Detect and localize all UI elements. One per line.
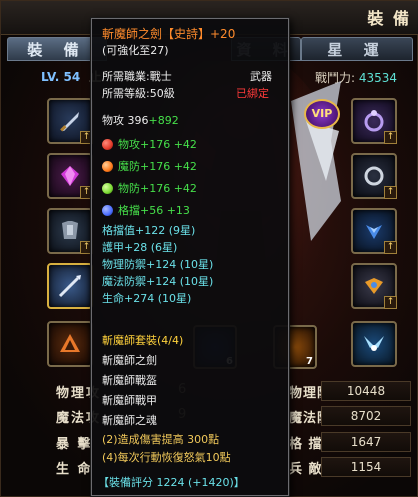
equipment-score: 【裝備評分 1224 (+1420)】 — [98, 476, 245, 489]
upgrade-arrow-icon: ↑ — [384, 296, 397, 309]
socket-text: 物防+176 +42 — [118, 182, 197, 195]
stat-label: 暴 擊 — [56, 437, 93, 452]
sword-icon — [60, 112, 79, 132]
stat-label: 生 命 — [56, 462, 93, 477]
slot-ring-2[interactable]: ↑ — [351, 153, 397, 199]
stat-value: 8702 — [321, 406, 411, 426]
set-item: 斬魔師之劍 — [102, 354, 157, 367]
required-job: 所需職業:戰士 — [102, 70, 172, 83]
stat-value: 1154 — [321, 457, 411, 477]
socket-row: 格擋+56 +13 — [102, 203, 190, 218]
set-item: 斬魔師戰甲 — [102, 394, 157, 407]
set-item: 斬魔師之魂 — [102, 414, 157, 427]
spear-icon — [58, 275, 81, 298]
extra-stat: 格擋值+122 (9星) — [102, 224, 196, 237]
gem-socket-icon — [102, 183, 113, 194]
gem-socket-icon — [102, 161, 113, 172]
emblem-icon — [60, 334, 80, 352]
tab-star-fortune[interactable]: 星 運 — [301, 37, 413, 61]
required-level: 所需等級:50級 — [102, 87, 175, 100]
upgrade-arrow-icon: ↑ — [384, 241, 397, 254]
stat-value: 1647 — [321, 432, 411, 452]
upgrade-arrow-icon: ↑ — [384, 186, 397, 199]
power-value: 43534 — [358, 71, 398, 85]
slot-necklace[interactable]: ↑ — [47, 153, 93, 199]
stat-value: 10448 — [321, 381, 411, 401]
gem-icon — [61, 166, 79, 186]
set-bonus: (4)每次行動恢復怒氣10點 — [102, 451, 231, 464]
socket-text: 物攻+176 +42 — [118, 138, 197, 151]
item-type: 武器 — [250, 70, 272, 83]
armor-icon — [62, 221, 78, 239]
ring-icon — [364, 110, 384, 132]
enhance-limit: (可強化至27) — [102, 44, 169, 57]
set-bonus: (2)造成傷害提高 300點 — [102, 433, 220, 446]
slot-armor[interactable]: ↑ — [47, 208, 93, 254]
extra-stat: 魔法防禦+124 (10星) — [102, 275, 214, 288]
vip-badge[interactable]: VIP — [304, 99, 340, 129]
wing-icon — [365, 278, 383, 294]
gem-socket-icon — [102, 205, 113, 216]
base-attack-bonus: +892 — [148, 114, 179, 127]
gem-socket-icon — [102, 139, 113, 150]
panel-title: 裝 備 — [367, 9, 411, 28]
ring-icon — [364, 166, 384, 186]
socket-row: 物防+176 +42 — [102, 181, 197, 196]
slot-weapon[interactable]: ↑ — [47, 98, 93, 144]
extra-stat: 生命+274 (10星) — [102, 292, 192, 305]
stat-label: 兵 敵 — [289, 462, 323, 477]
extra-stat: 護甲+28 (6星) — [102, 241, 178, 254]
slot-count: 7 — [306, 356, 313, 367]
base-attack: 物攻 396+892 — [102, 113, 179, 128]
vip-label: VIP — [311, 107, 333, 120]
slot-offhand[interactable] — [47, 263, 93, 309]
slot-emblem[interactable] — [47, 321, 93, 367]
socket-row: 魔防+176 +42 — [102, 159, 197, 174]
slot-ring-1[interactable]: ↑ — [351, 98, 397, 144]
wing-icon — [366, 225, 382, 239]
slot-wing-2[interactable]: ↑ — [351, 263, 397, 309]
base-attack-value: 物攻 396 — [102, 114, 149, 127]
socket-row: 物攻+176 +42 — [102, 137, 197, 152]
level-text: LV. 54 — [41, 70, 81, 84]
bound-status: 已綁定 — [236, 87, 269, 100]
item-tooltip: 斬魔師之劍【史詩】+20 (可強化至27) 所需職業:戰士 武器 所需等級:50… — [91, 18, 289, 496]
wing-icon — [364, 336, 384, 351]
set-item: 斬魔師戰盔 — [102, 374, 157, 387]
slot-wing-3[interactable] — [351, 321, 397, 367]
upgrade-arrow-icon: ↑ — [384, 131, 397, 144]
set-title: 斬魔師套裝(4/4) — [102, 334, 184, 347]
socket-text: 格擋+56 +13 — [118, 204, 190, 217]
slot-wing-1[interactable]: ↑ — [351, 208, 397, 254]
extra-stat: 物理防禦+124 (10星) — [102, 258, 214, 271]
socket-text: 魔防+176 +42 — [118, 160, 197, 173]
item-name: 斬魔師之劍【史詩】+20 — [102, 27, 236, 41]
